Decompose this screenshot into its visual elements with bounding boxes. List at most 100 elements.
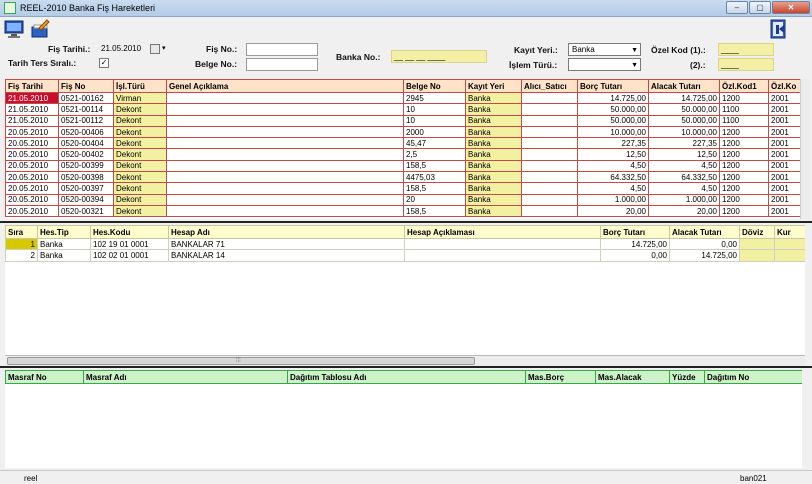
fis-grid-col-header[interactable]: Alacak Tutarı — [648, 79, 720, 93]
table-row[interactable]: 20.05.2010 0520-00397 Dekont 158,5 Banka 4,50… — [5, 182, 800, 195]
table-cell: Banka — [465, 125, 522, 139]
detail-grid-col-header[interactable]: Hes.Tip — [37, 225, 91, 239]
table-cell: 1200 — [719, 137, 769, 150]
table-row[interactable]: 21.05.2010 0521-00162 Virman 2945 Banka 14.72… — [5, 91, 800, 105]
detail-grid-col-header[interactable]: Hes.Kodu — [90, 225, 169, 239]
table-row[interactable]: 2 Banka 102 02 01 0001 BANKALAR 14 0,00 14.72… — [5, 249, 805, 262]
chevron-down-icon[interactable]: ▾ — [162, 44, 166, 52]
ozel-kod2-input[interactable]: ____ — [718, 58, 774, 71]
fis-grid-col-header[interactable]: Fiş Tarihi — [5, 79, 59, 93]
cost-grid-col-header[interactable]: Yüzde — [669, 370, 705, 384]
maximize-button[interactable]: ▢ — [749, 1, 771, 14]
banka-no-input[interactable]: __ __ __ ____ — [391, 50, 487, 63]
cost-grid-col-header[interactable]: Mas.Borç — [525, 370, 596, 384]
cost-grid-col-header[interactable]: Masraf Adı — [83, 370, 288, 384]
table-cell: Dekont — [113, 114, 167, 127]
table-cell: 0520-00398 — [58, 171, 114, 184]
table-row[interactable]: 20.05.2010 0520-00321 Dekont 158,5 Banka 20,0… — [5, 204, 800, 218]
table-cell — [521, 91, 578, 105]
table-cell: 50.000,00 — [577, 103, 649, 116]
notebook-pen-icon[interactable] — [30, 19, 50, 39]
fis-tarihi-field[interactable]: 21.05.2010 — [99, 43, 149, 56]
belge-no-label: Belge No.: — [195, 59, 238, 69]
belge-no-input[interactable] — [246, 58, 318, 71]
table-cell: Banka — [465, 103, 522, 116]
table-cell: 0520-00399 — [58, 159, 114, 173]
table-row[interactable]: 20.05.2010 0520-00394 Dekont 20 Banka 1.000,0… — [5, 193, 800, 206]
fis-grid-col-header[interactable]: Borç Tutarı — [577, 79, 649, 93]
table-cell: Banka — [37, 249, 91, 262]
table-cell: 20.05.2010 — [5, 193, 59, 206]
table-row[interactable]: 20.05.2010 0520-00406 Dekont 2000 Banka 10.00… — [5, 125, 800, 139]
table-cell — [521, 204, 578, 218]
table-cell: 21.05.2010 — [5, 91, 59, 105]
detail-grid-col-header[interactable]: Sıra — [5, 225, 38, 239]
fis-grid-header: Fiş Tarihi Fiş No İşl.Türü Genel Açıklama Be… — [5, 79, 800, 93]
kayit-yeri-select[interactable]: Banka ▼ — [568, 43, 641, 56]
table-cell: 14.725,00 — [600, 237, 670, 251]
fis-grid-col-header[interactable]: Genel Açıklama — [166, 79, 404, 93]
tarih-ters-checkbox[interactable]: ✓ — [99, 58, 109, 68]
table-cell: 227,35 — [648, 137, 720, 150]
fis-grid-col-header[interactable]: İşl.Türü — [113, 79, 167, 93]
detail-grid-col-header[interactable]: Borç Tutarı — [600, 225, 670, 239]
kayit-yeri-label: Kayıt Yeri.: — [514, 45, 558, 55]
table-cell: 1 — [5, 237, 38, 251]
detail-grid-col-header[interactable]: Alacak Tutarı — [669, 225, 740, 239]
table-cell: 0,00 — [600, 249, 670, 262]
exit-door-icon[interactable] — [768, 19, 788, 39]
cost-grid-col-header[interactable]: Masraf No — [5, 370, 84, 384]
table-cell — [166, 204, 404, 218]
cost-grid-col-header[interactable]: Dağıtım Tablosu Adı — [287, 370, 526, 384]
table-cell — [166, 103, 404, 116]
table-cell: 20.05.2010 — [5, 182, 59, 195]
table-cell: 14.725,00 — [648, 91, 720, 105]
monitor-icon[interactable] — [4, 19, 24, 39]
table-cell: Banka — [465, 91, 522, 105]
fis-no-label: Fiş No.: — [206, 44, 238, 54]
close-button[interactable]: ✕ — [772, 1, 810, 14]
table-cell: Dekont — [113, 103, 167, 116]
table-cell: 4,50 — [577, 159, 649, 173]
fis-no-input[interactable] — [246, 43, 318, 56]
table-cell — [521, 103, 578, 116]
table-cell: 2001 — [768, 114, 800, 127]
fis-grid-col-header[interactable]: Kayıt Yeri — [465, 79, 522, 93]
fis-grid-col-header[interactable]: Özl.Kod1 — [719, 79, 769, 93]
scroll-thumb[interactable]: ⦙⦙⦙ — [7, 357, 475, 365]
table-row[interactable]: 20.05.2010 0520-00404 Dekont 45,47 Banka 227,… — [5, 137, 800, 150]
detail-grid-col-header[interactable]: Hesap Adı — [168, 225, 405, 239]
cost-grid: Masraf No Masraf Adı Dağıtım Tablosu Adı Ma… — [5, 370, 802, 468]
table-cell — [739, 249, 775, 262]
cost-grid-col-header[interactable]: Mas.Alacak — [595, 370, 670, 384]
divider — [0, 221, 812, 223]
table-cell — [521, 114, 578, 127]
table-row[interactable]: 21.05.2010 0521-00114 Dekont 10 Banka 50.000,… — [5, 103, 800, 116]
detail-grid-hscroll[interactable]: ⦙⦙⦙ — [5, 355, 805, 366]
cost-grid-col-header[interactable]: Dağıtım No — [704, 370, 802, 384]
table-row[interactable]: 21.05.2010 0521-00112 Dekont 10 Banka 50.000,… — [5, 114, 800, 127]
detail-grid-col-header[interactable]: Kur — [774, 225, 805, 239]
detail-grid-col-header[interactable]: Döviz — [739, 225, 775, 239]
table-cell: 20.05.2010 — [5, 148, 59, 161]
table-row[interactable]: 20.05.2010 0520-00402 Dekont 2,5 Banka 12,50 1… — [5, 148, 800, 161]
fis-grid-vscroll[interactable] — [800, 79, 810, 219]
table-row[interactable]: 1 Banka 102 19 01 0001 BANKALAR 71 14.725,00… — [5, 237, 805, 251]
table-row[interactable]: 20.05.2010 0520-00398 Dekont 4475,03 Banka 64… — [5, 171, 800, 184]
ozel-kod1-input[interactable]: ____ — [718, 43, 774, 56]
table-row[interactable]: 20.05.2010 0520-00399 Dekont 158,5 Banka 4,50… — [5, 159, 800, 173]
fis-grid-col-header[interactable]: Fiş No — [58, 79, 114, 93]
fis-grid-col-header[interactable]: Alıcı_Satıcı — [521, 79, 578, 93]
table-cell: 0520-00406 — [58, 125, 114, 139]
minimize-button[interactable]: – — [726, 1, 748, 14]
fis-grid-col-header[interactable]: Özl.Ko — [768, 79, 800, 93]
table-cell — [166, 171, 404, 184]
fis-grid-col-header[interactable]: Belge No — [403, 79, 466, 93]
table-cell: 50.000,00 — [577, 114, 649, 127]
detail-grid: Sıra Hes.Tip Hes.Kodu Hesap Adı Hesap Açıkla… — [5, 225, 805, 355]
calendar-icon[interactable] — [150, 44, 160, 54]
table-cell: 1200 — [719, 182, 769, 195]
detail-grid-col-header[interactable]: Hesap Açıklaması — [404, 225, 601, 239]
table-cell: 2001 — [768, 204, 800, 218]
islem-turu-select[interactable]: ▼ — [568, 58, 641, 71]
